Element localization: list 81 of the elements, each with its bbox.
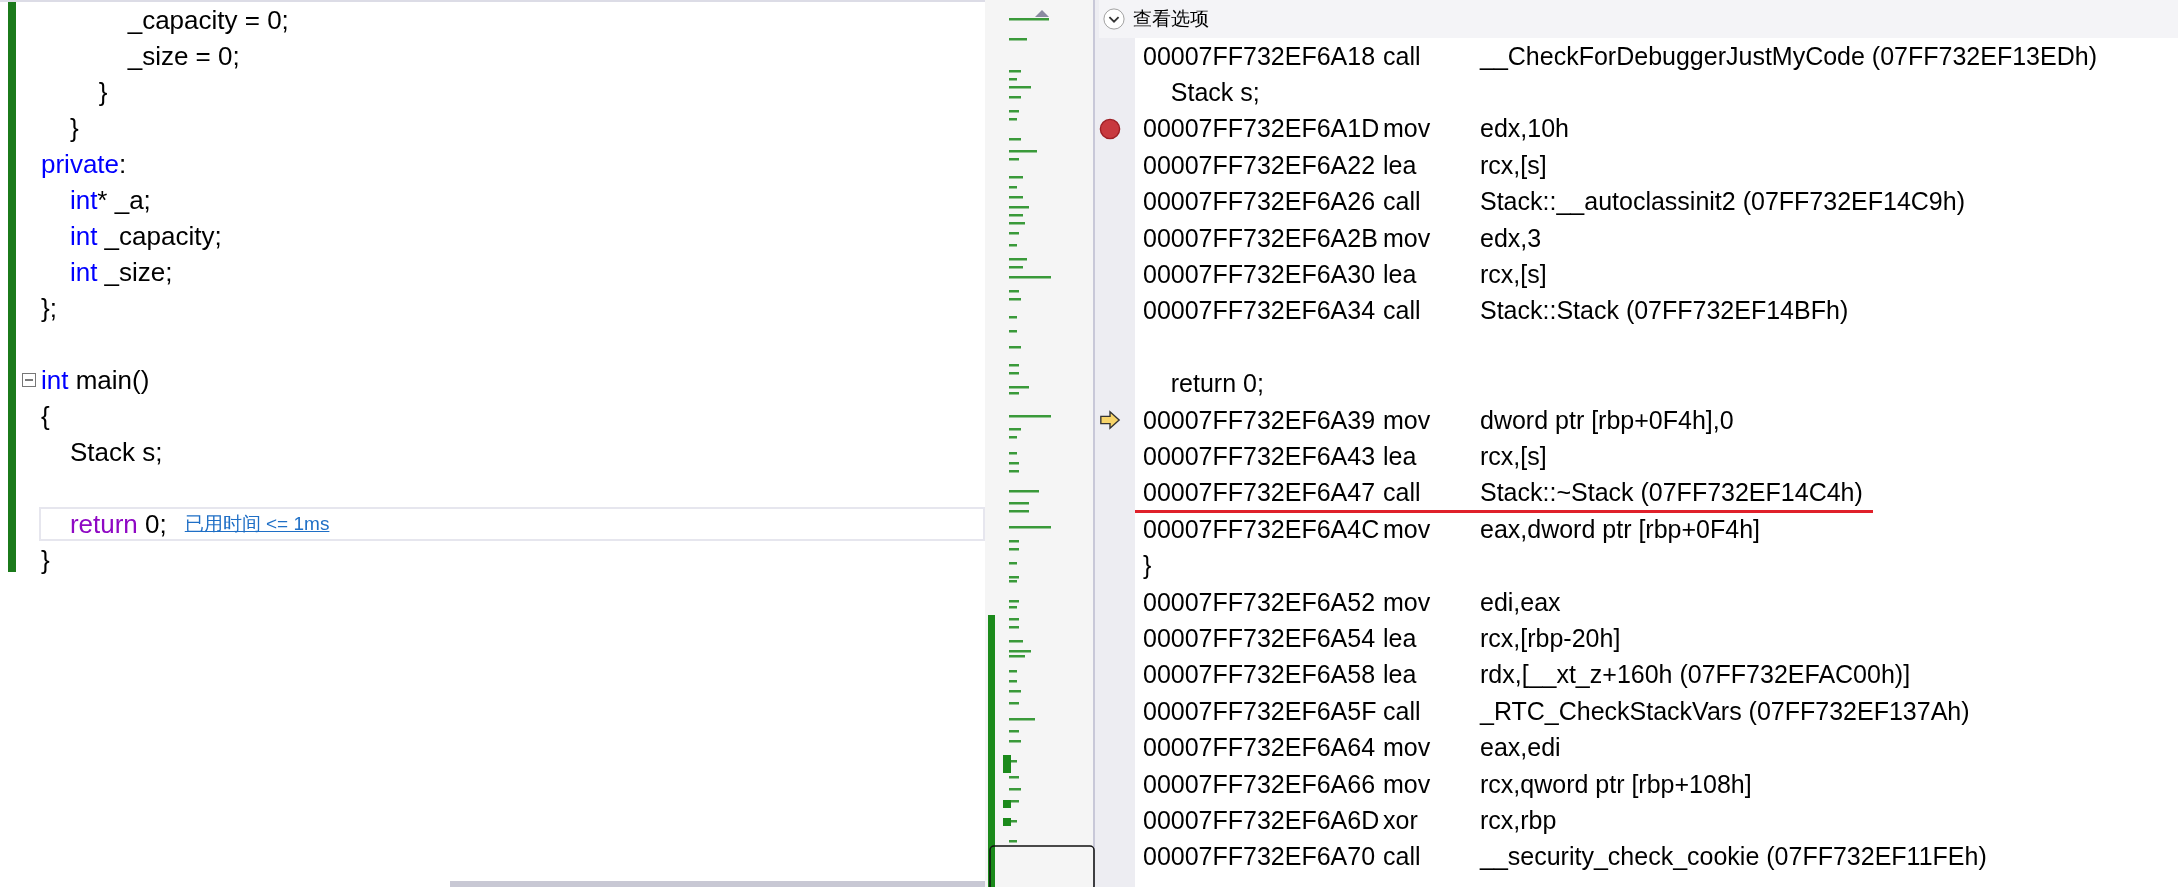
address-text: 00007FF732EF6A52 — [1143, 587, 1377, 617]
address-text: 00007FF732EF6A22 — [1143, 150, 1377, 180]
mnemonic-text: mov — [1383, 769, 1432, 799]
address-text: 00007FF732EF6A43 — [1143, 442, 1377, 471]
operand-text: __CheckForDebuggerJustMyCode (07FF732EF13EDh) — [1480, 41, 2097, 71]
view-options-label[interactable]: 查看选项 — [1133, 6, 1209, 32]
operand-text: edx,3 — [1480, 223, 1542, 253]
operand-text: Stack::Stack (07FF732EF14BFh) — [1480, 296, 1849, 326]
address-text: 00007FF732EF6A6D — [1143, 805, 1381, 835]
address-text: 00007FF732EF6A26 — [1143, 187, 1377, 217]
mnemonic-text: lea — [1383, 660, 1418, 690]
address-text: 00007FF732EF6A54 — [1143, 623, 1377, 653]
mnemonic-text: lea — [1383, 623, 1418, 653]
mnemonic-text: mov — [1383, 587, 1432, 617]
address-text: 00007FF732EF6A64 — [1143, 733, 1377, 763]
collapse-icon[interactable] — [22, 373, 36, 387]
mnemonic-text: call — [1383, 41, 1422, 71]
mnemonic-text: lea — [1383, 442, 1418, 471]
source-line: Stack s; — [1169, 78, 1260, 108]
address-text: 00007FF732EF6A58 — [1143, 660, 1377, 690]
code-line: int main() — [41, 364, 150, 396]
operand-text: dword ptr [rbp+0F4h],0 — [1480, 405, 1734, 435]
code-line: _size = 0; — [126, 40, 240, 72]
address-text: 00007FF732EF6A39 — [1143, 405, 1377, 435]
mnemonic-text: mov — [1383, 114, 1432, 144]
address-text: 00007FF732EF6A18 — [1143, 41, 1377, 71]
address-text: 00007FF732EF6A66 — [1143, 769, 1377, 799]
chevron-down-icon[interactable] — [1103, 8, 1125, 30]
code-line: { — [41, 400, 50, 432]
code-line: } — [41, 544, 50, 576]
code-line: private: — [41, 148, 127, 180]
mnemonic-text: call — [1383, 187, 1422, 217]
code-line: }; — [41, 292, 57, 324]
code-line: int* _a; — [68, 184, 151, 216]
code-line: _capacity = 0; — [126, 4, 289, 36]
mnemonic-text: call — [1383, 696, 1422, 726]
code-line: } — [68, 112, 79, 144]
code-line: } — [97, 76, 108, 108]
mnemonic-text: lea — [1383, 150, 1418, 180]
operand-text: rcx,rbp — [1480, 805, 1557, 835]
operand-text: rcx,[rbp-20h] — [1480, 623, 1621, 653]
address-text: 00007FF732EF6A30 — [1143, 260, 1377, 290]
operand-text: rcx,[s] — [1480, 442, 1547, 471]
operand-text: _RTC_CheckStackVars (07FF732EF137Ah) — [1480, 696, 1970, 726]
address-text: 00007FF732EF6A1D — [1143, 114, 1381, 144]
address-text: 00007FF732EF6A70 — [1143, 842, 1377, 872]
mnemonic-text: mov — [1383, 514, 1432, 544]
operand-text: eax,edi — [1480, 733, 1561, 763]
elapsed-time-link[interactable]: 已用时间 <= 1ms — [184, 511, 330, 537]
minimap-drawing[interactable] — [985, 0, 1095, 887]
operand-text: rcx,[s] — [1480, 150, 1547, 180]
code-line: int _capacity; — [68, 220, 222, 252]
mnemonic-text: mov — [1383, 733, 1432, 763]
mnemonic-text: call — [1383, 478, 1422, 508]
source-line: return 0; — [1169, 369, 1264, 399]
address-text: 00007FF732EF6A2B — [1143, 223, 1379, 253]
code-line: Stack s; — [68, 436, 163, 468]
breakpoint-icon[interactable] — [1099, 117, 1121, 140]
operand-text: Stack::__autoclassinit2 (07FF732EF14C9h) — [1480, 187, 1965, 217]
mnemonic-text: xor — [1383, 805, 1419, 835]
source-line: } — [1143, 551, 1152, 581]
mnemonic-text: call — [1383, 296, 1422, 326]
address-text: 00007FF732EF6A47 — [1143, 478, 1377, 508]
operand-text: eax,dword ptr [rbp+0F4h] — [1480, 514, 1761, 544]
mnemonic-text: lea — [1383, 260, 1418, 290]
operand-text: rcx,[s] — [1480, 260, 1547, 290]
operand-text: __security_check_cookie (07FF732EF11FEh) — [1480, 842, 1987, 872]
mnemonic-text: mov — [1383, 223, 1432, 253]
operand-text: rdx,[__xt_z+160h (07FF732EFAC00h)] — [1480, 660, 1911, 690]
address-text: 00007FF732EF6A4C — [1143, 514, 1381, 544]
operand-text: rcx,qword ptr [rbp+108h] — [1480, 769, 1752, 799]
code-line: return 0; — [68, 508, 167, 540]
address-text: 00007FF732EF6A34 — [1143, 296, 1377, 326]
address-text: 00007FF732EF6A5F — [1143, 696, 1378, 726]
mnemonic-text: mov — [1383, 405, 1432, 435]
operand-text: Stack::~Stack (07FF732EF14C4h) — [1480, 478, 1863, 508]
operand-text: edx,10h — [1480, 114, 1569, 144]
horizontal-scrollbar[interactable] — [450, 881, 985, 887]
code-line: int _size; — [68, 256, 173, 288]
operand-text: edi,eax — [1480, 587, 1561, 617]
mnemonic-text: call — [1383, 842, 1422, 872]
